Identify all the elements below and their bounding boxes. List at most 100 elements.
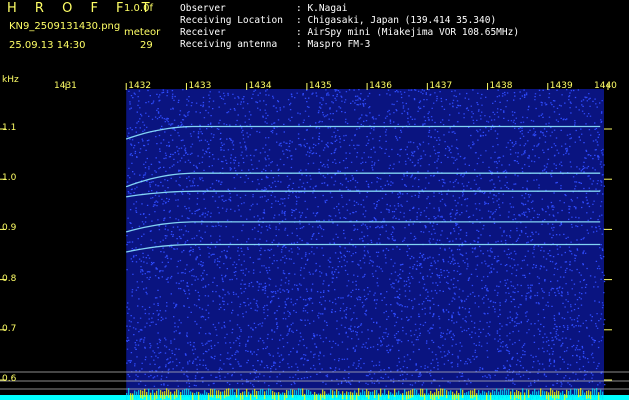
level-mark <box>310 391 312 400</box>
level-mark <box>262 388 264 397</box>
level-mark <box>234 392 236 400</box>
level-mark <box>602 391 604 400</box>
level-mark <box>446 390 448 399</box>
y-axis-label: kHz <box>2 75 19 85</box>
level-mark <box>256 390 258 399</box>
level-mark <box>268 388 270 397</box>
x-tick-label-1439: 1439 <box>549 81 573 91</box>
x-tick-label-1436: 1436 <box>369 81 393 91</box>
level-mark <box>328 393 330 400</box>
level-mark <box>144 388 146 397</box>
level-mark <box>258 390 260 399</box>
level-mark <box>384 389 386 398</box>
level-mark <box>494 391 496 400</box>
level-mark <box>476 393 478 400</box>
level-mark <box>250 393 252 400</box>
level-mark <box>404 389 406 398</box>
level-mark <box>504 388 506 397</box>
level-mark <box>382 393 384 400</box>
level-mark <box>354 390 356 399</box>
level-mark <box>482 390 484 399</box>
level-mark <box>492 389 494 398</box>
level-mark <box>320 393 322 400</box>
level-mark <box>522 388 524 397</box>
y-tick-label-1.1: 1.1 <box>2 123 17 133</box>
level-mark <box>524 392 526 400</box>
level-mark <box>226 388 228 397</box>
level-mark <box>538 390 540 399</box>
x-tick-label-1431: 1431 <box>54 81 77 91</box>
x-tick-label-1434: 1434 <box>248 81 272 91</box>
level-mark <box>586 390 588 399</box>
level-mark <box>584 392 586 400</box>
level-mark <box>254 388 256 397</box>
level-mark <box>432 393 434 400</box>
level-mark <box>450 390 452 399</box>
level-mark <box>536 391 538 400</box>
level-mark <box>514 392 516 400</box>
x-tick-label-1437: 1437 <box>429 81 453 91</box>
level-mark <box>422 388 424 397</box>
level-mark <box>410 390 412 399</box>
level-mark <box>534 388 536 397</box>
y-tick-label-0.9: 0.9 <box>2 223 17 234</box>
level-mark <box>390 392 392 400</box>
level-mark <box>196 391 198 400</box>
level-mark <box>266 390 268 399</box>
level-mark <box>420 388 422 397</box>
level-mark <box>556 390 558 399</box>
level-mark <box>362 389 364 398</box>
level-mark <box>576 388 578 397</box>
level-mark <box>406 391 408 400</box>
level-mark <box>304 393 306 400</box>
level-mark <box>302 388 304 397</box>
level-mark <box>288 390 290 399</box>
level-mark <box>594 389 596 398</box>
level-mark <box>500 389 502 398</box>
receiver-label: Receiver <box>180 27 226 38</box>
level-mark <box>564 393 566 400</box>
level-mark <box>200 393 202 400</box>
level-mark <box>160 390 162 399</box>
level-mark <box>364 391 366 400</box>
level-mark <box>322 389 324 398</box>
level-mark <box>578 389 580 398</box>
level-mark <box>452 391 454 400</box>
level-mark <box>440 388 442 397</box>
y-tick-label-0.6: 0.6 <box>2 374 17 384</box>
level-mark <box>412 389 414 398</box>
level-mark <box>182 390 184 399</box>
level-mark <box>458 392 460 400</box>
level-mark <box>414 388 416 397</box>
level-mark <box>552 390 554 399</box>
level-mark <box>244 391 246 400</box>
level-mark <box>598 392 600 400</box>
level-mark <box>150 392 152 400</box>
level-mark <box>212 389 214 398</box>
level-mark <box>544 391 546 400</box>
level-mark <box>506 390 508 399</box>
level-mark <box>290 389 292 398</box>
level-mark <box>280 393 282 400</box>
level-mark <box>208 393 210 400</box>
level-mark <box>276 392 278 400</box>
level-mark <box>508 389 510 398</box>
level-mark <box>270 389 272 398</box>
y-tick-label-0.7: 0.7 <box>2 323 17 334</box>
level-mark <box>370 391 372 400</box>
level-mark <box>468 391 470 400</box>
level-mark <box>296 390 298 399</box>
level-mark <box>176 389 178 398</box>
meteor-label: meteor <box>124 27 161 38</box>
antenna-value: : Maspro FM-3 <box>296 39 371 50</box>
y-tick-label-1.0: 1.0 <box>2 173 17 184</box>
level-mark <box>278 392 280 400</box>
level-mark <box>356 392 358 400</box>
level-mark <box>272 390 274 399</box>
level-mark <box>350 391 352 400</box>
level-mark <box>566 389 568 398</box>
x-tick-label-1432: 1432 <box>128 81 152 91</box>
level-mark <box>308 389 310 398</box>
level-mark <box>434 392 436 400</box>
level-mark <box>210 388 212 397</box>
